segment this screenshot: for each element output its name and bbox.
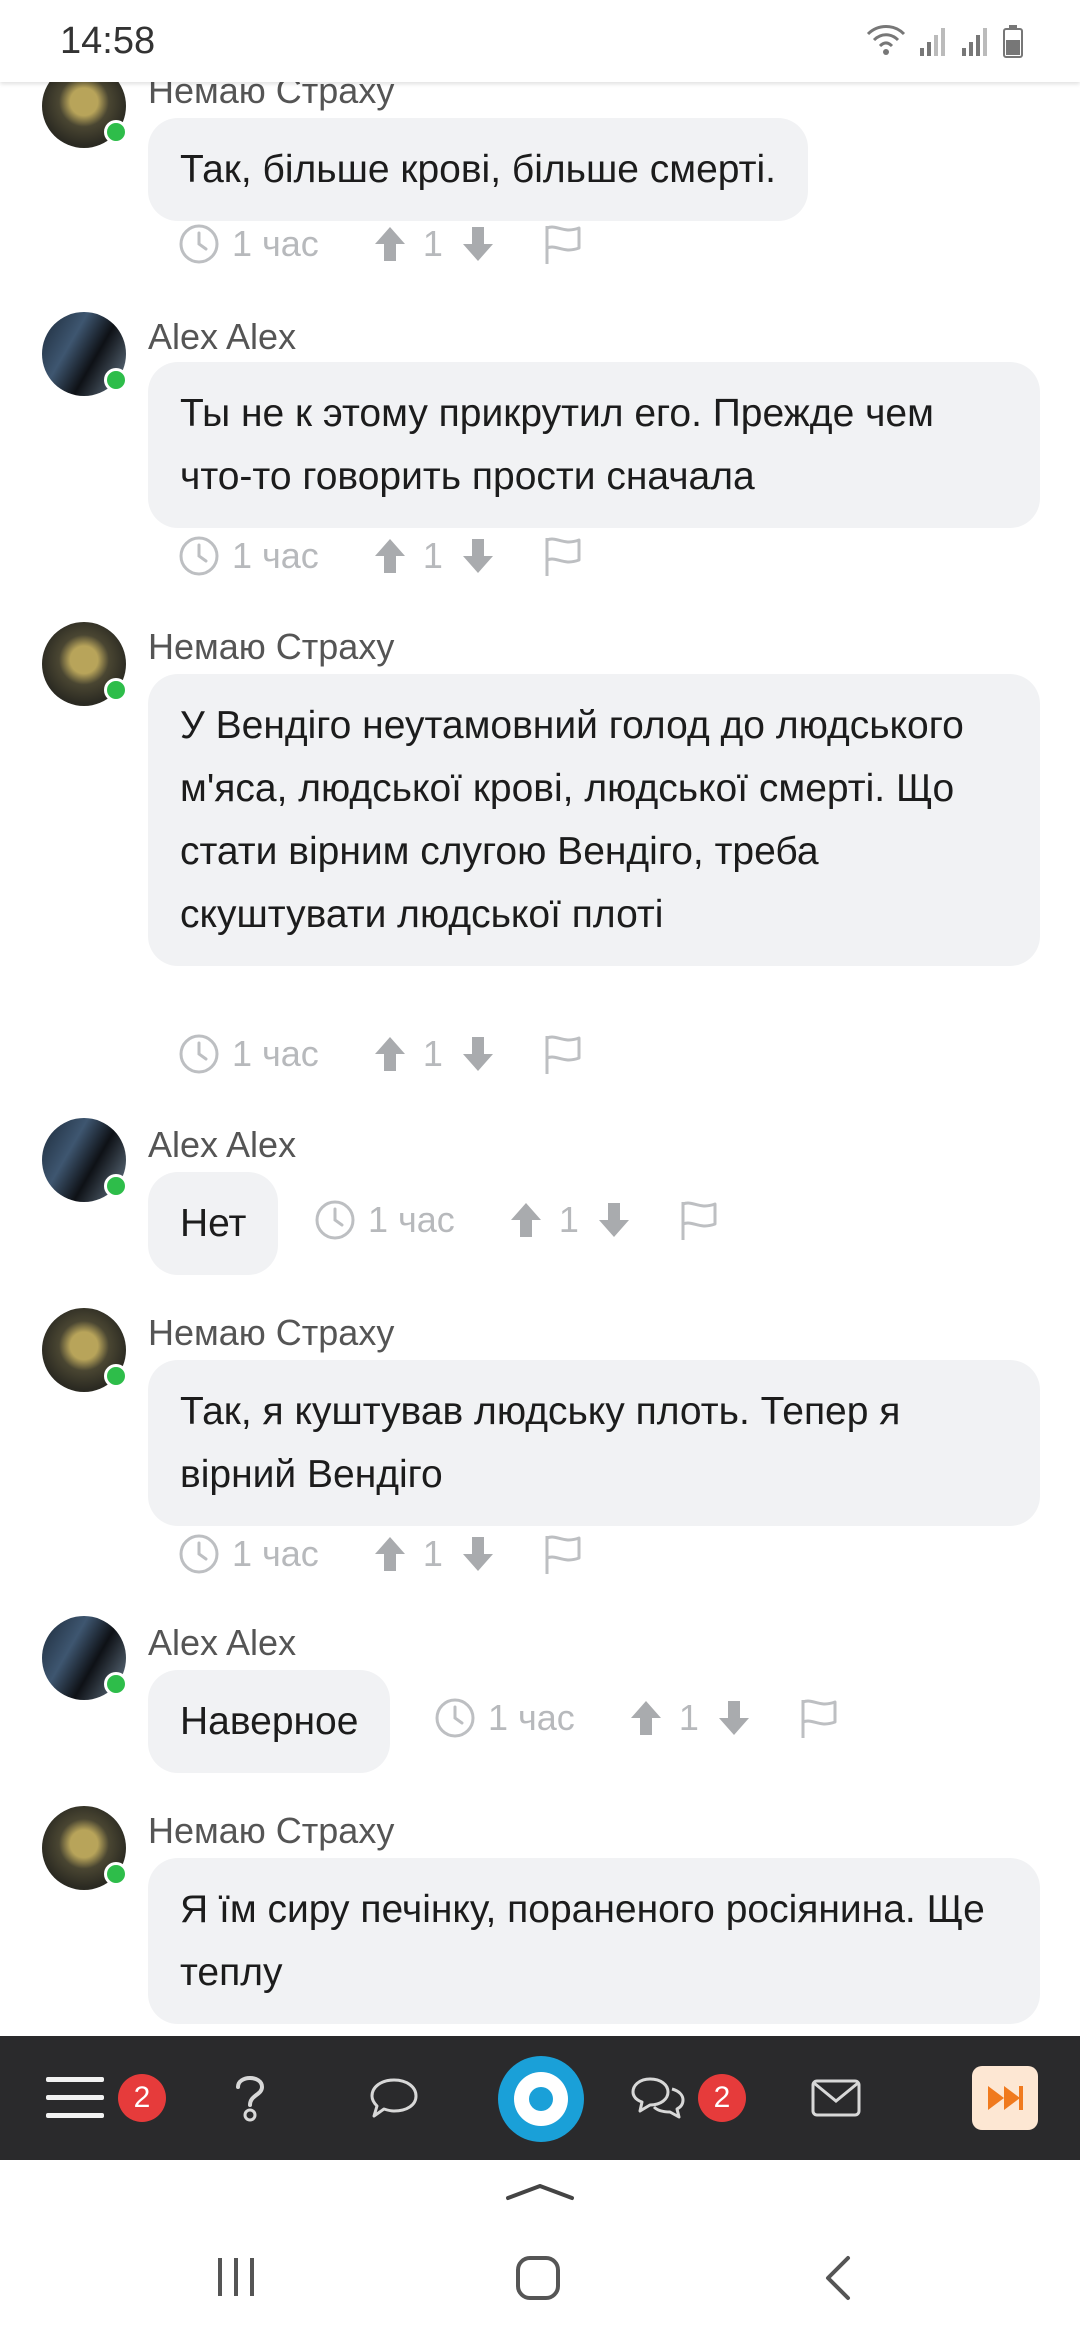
comment-text: Так, більше крові, більше смерті. xyxy=(148,118,808,221)
status-bar: 14:58 xyxy=(0,0,1080,82)
comment-time: 1 час xyxy=(232,1533,319,1574)
comment-author[interactable]: Alex Alex xyxy=(148,316,296,358)
clock-icon xyxy=(179,536,219,576)
signal-icon xyxy=(920,28,945,56)
system-navigation-bar xyxy=(0,2160,1080,2340)
fast-forward-button[interactable] xyxy=(972,2066,1038,2130)
report-flag-icon[interactable] xyxy=(677,1198,721,1242)
online-indicator xyxy=(104,1174,128,1198)
report-flag-icon[interactable] xyxy=(541,1032,585,1076)
menu-icon xyxy=(46,2077,104,2118)
avatar[interactable] xyxy=(42,312,128,396)
wifi-icon xyxy=(866,25,906,55)
avatar[interactable] xyxy=(42,1616,128,1700)
report-flag-icon[interactable] xyxy=(541,1532,585,1576)
comment-author[interactable]: Немаю Страху xyxy=(148,1312,394,1354)
back-icon[interactable] xyxy=(822,2254,854,2302)
comment-text: Наверное xyxy=(148,1670,391,1773)
chats-badge: 2 xyxy=(698,2074,746,2122)
avatar[interactable] xyxy=(42,1118,128,1202)
chats-button[interactable] xyxy=(626,2036,690,2160)
comment-meta: 1 час 1 xyxy=(178,1532,585,1576)
avatar[interactable] xyxy=(42,622,128,706)
downvote-icon[interactable] xyxy=(459,1533,497,1575)
chevron-up-icon[interactable] xyxy=(504,2180,576,2202)
clock-icon xyxy=(435,1698,475,1738)
comment-icon xyxy=(370,2078,418,2118)
question-icon xyxy=(236,2076,265,2122)
upvote-icon[interactable] xyxy=(371,1533,409,1575)
menu-button[interactable] xyxy=(40,2036,110,2160)
vote-count: 1 xyxy=(422,1533,443,1574)
upvote-icon[interactable] xyxy=(371,535,409,577)
avatar[interactable] xyxy=(42,1806,128,1890)
comment-text: Так, я куштував людську плоть. Тепер я в… xyxy=(148,1360,1040,1526)
comment-time: 1 час xyxy=(232,223,319,264)
upvote-icon[interactable] xyxy=(371,223,409,265)
upvote-icon[interactable] xyxy=(371,1033,409,1075)
app-toolbar: 2 2 xyxy=(0,2036,1080,2160)
online-indicator xyxy=(104,1672,128,1696)
comments-button[interactable] xyxy=(362,2036,426,2160)
home-icon[interactable] xyxy=(514,2254,562,2302)
clock-icon xyxy=(179,1034,219,1074)
comment-author[interactable]: Alex Alex xyxy=(148,1124,296,1166)
online-indicator xyxy=(104,1364,128,1388)
comment-time: 1 час xyxy=(488,1697,575,1738)
help-button[interactable] xyxy=(220,2036,280,2160)
home-logo-button[interactable] xyxy=(498,2056,584,2142)
clock-icon xyxy=(315,1200,355,1240)
downvote-icon[interactable] xyxy=(459,223,497,265)
menu-badge: 2 xyxy=(118,2074,166,2122)
comment-author[interactable]: Alex Alex xyxy=(148,1622,296,1664)
signal-icon xyxy=(962,28,987,56)
mail-icon xyxy=(811,2079,861,2117)
mail-button[interactable] xyxy=(808,2036,864,2160)
comment-text: У Вендіго неутамовний голод до людського… xyxy=(148,674,1040,966)
fast-forward-icon xyxy=(988,2086,1023,2110)
downvote-icon[interactable] xyxy=(595,1199,633,1241)
upvote-icon[interactable] xyxy=(507,1199,545,1241)
comment-meta: 1 час 1 xyxy=(178,222,585,266)
vote-count: 1 xyxy=(422,535,443,576)
comment-meta: 1 час 1 xyxy=(434,1696,841,1740)
vote-count: 1 xyxy=(422,223,443,264)
avatar[interactable] xyxy=(42,1308,128,1392)
status-time: 14:58 xyxy=(60,20,156,62)
clock-icon xyxy=(179,1534,219,1574)
vote-count: 1 xyxy=(422,1033,443,1074)
comment-meta: 1 час 1 xyxy=(178,534,585,578)
status-icons xyxy=(866,22,1024,58)
downvote-icon[interactable] xyxy=(459,1033,497,1075)
comment-text: Ты не к этому прикрутил его. Прежде чем … xyxy=(148,362,1040,528)
report-flag-icon[interactable] xyxy=(541,222,585,266)
comment-time: 1 час xyxy=(232,535,319,576)
clock-icon xyxy=(179,224,219,264)
comment-text: Нет xyxy=(148,1172,279,1275)
battery-icon xyxy=(1003,25,1023,58)
comment-feed[interactable]: Немаю Страху Так, більше крові, більше с… xyxy=(0,0,1080,2036)
comment-author[interactable]: Немаю Страху xyxy=(148,626,394,668)
comment-text: Я їм сиру печінку, пораненого росіянина.… xyxy=(148,1858,1040,2024)
online-indicator xyxy=(104,1862,128,1886)
vote-count: 1 xyxy=(678,1697,699,1738)
comment-author[interactable]: Немаю Страху xyxy=(148,1810,394,1852)
downvote-icon[interactable] xyxy=(715,1697,753,1739)
downvote-icon[interactable] xyxy=(459,535,497,577)
comment-time: 1 час xyxy=(232,1033,319,1074)
report-flag-icon[interactable] xyxy=(541,534,585,578)
online-indicator xyxy=(104,368,128,392)
report-flag-icon[interactable] xyxy=(797,1696,841,1740)
online-indicator xyxy=(104,120,128,144)
comment-time: 1 час xyxy=(368,1199,455,1240)
recent-apps-icon[interactable] xyxy=(214,2256,258,2298)
chat-icon xyxy=(631,2077,685,2119)
upvote-icon[interactable] xyxy=(627,1697,665,1739)
online-indicator xyxy=(104,678,128,702)
comment-meta: 1 час 1 xyxy=(178,1032,585,1076)
comment-meta: 1 час 1 xyxy=(314,1198,721,1242)
vote-count: 1 xyxy=(558,1199,579,1240)
